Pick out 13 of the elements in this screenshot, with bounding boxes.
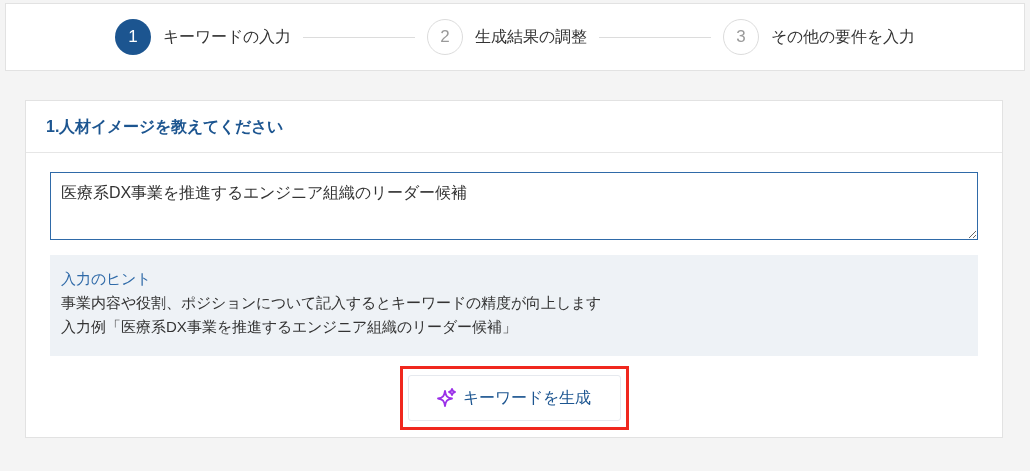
step-number: 1 xyxy=(115,19,151,55)
step-number: 3 xyxy=(723,19,759,55)
hint-title: 入力のヒント xyxy=(61,269,152,289)
step-label: キーワードの入力 xyxy=(163,27,291,47)
hint-text: 入力例「医療系DX事業を推進するエンジニア組織のリーダー候補」 xyxy=(61,317,518,337)
step-label: その他の要件を入力 xyxy=(771,27,915,47)
generate-button[interactable]: キーワードを生成 xyxy=(407,375,621,421)
hint-text: 事業内容や役割、ポジションについて記入するとキーワードの精度が向上します xyxy=(61,293,602,313)
sparkle-icon xyxy=(437,388,457,408)
input-field[interactable]: 医療系DX事業を推進するエンジニア組織のリーダー候補 xyxy=(50,172,978,240)
section-title: 1.人材イメージを教えてください xyxy=(46,116,284,137)
step-label: 生成結果の調整 xyxy=(475,27,587,47)
step-number: 2 xyxy=(427,19,463,55)
